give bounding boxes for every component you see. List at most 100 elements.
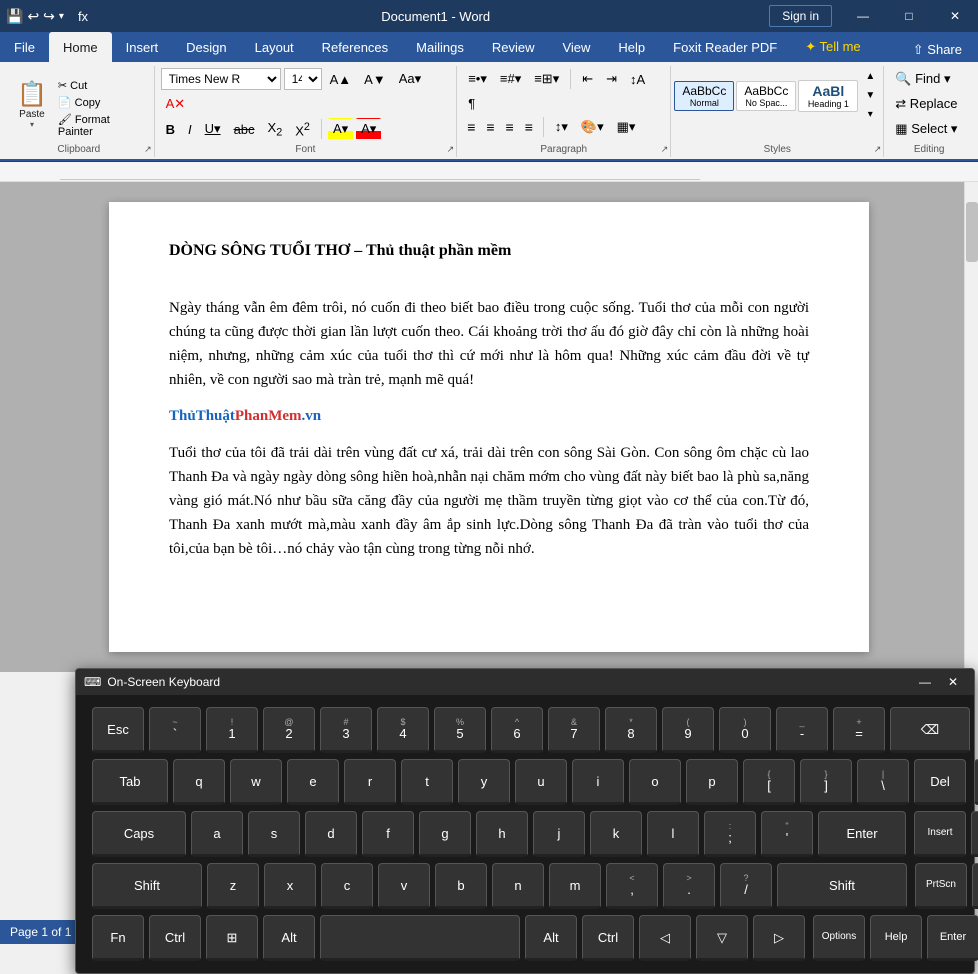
close-button[interactable]: ✕: [932, 0, 978, 32]
key-del[interactable]: Del: [914, 759, 966, 805]
paragraph-expand[interactable]: ↗: [661, 144, 669, 155]
key-lalt[interactable]: Alt: [263, 915, 315, 961]
justify-button[interactable]: ≡: [521, 117, 537, 137]
styles-scroll-up[interactable]: ▲: [860, 68, 880, 85]
style-nospace[interactable]: AaBbCc No Spac...: [736, 81, 796, 111]
key-h[interactable]: h: [476, 811, 528, 857]
key-g[interactable]: g: [419, 811, 471, 857]
key-insert[interactable]: Insert: [914, 811, 966, 857]
sign-in-button[interactable]: Sign in: [769, 5, 832, 27]
key-r[interactable]: r: [344, 759, 396, 805]
key-1[interactable]: !1: [206, 707, 258, 753]
redo-icon[interactable]: ↪: [43, 8, 55, 25]
tab-home[interactable]: Home: [49, 32, 112, 62]
tab-file[interactable]: File: [0, 32, 49, 62]
key-win[interactable]: ⊞: [206, 915, 258, 961]
tab-tellme[interactable]: ✦ Tell me: [791, 32, 874, 62]
share-icon[interactable]: ⇧ Share: [905, 38, 970, 62]
key-z[interactable]: z: [207, 863, 259, 909]
tab-view[interactable]: View: [548, 32, 604, 62]
key-comma[interactable]: <,: [606, 863, 658, 909]
key-ralt[interactable]: Alt: [525, 915, 577, 961]
bullets-button[interactable]: ≡•▾: [463, 68, 492, 90]
key-v[interactable]: v: [378, 863, 430, 909]
style-normal[interactable]: AaBbCc Normal: [674, 81, 734, 111]
osk-minimize-button[interactable]: —: [912, 672, 938, 692]
key-i[interactable]: i: [572, 759, 624, 805]
borders-button[interactable]: ▦▾: [612, 116, 641, 138]
highlight-button[interactable]: A▾: [328, 118, 353, 140]
paragraph-1[interactable]: Ngày tháng vẫn êm đêm trôi, nó cuốn đi t…: [169, 296, 809, 392]
key-l[interactable]: l: [647, 811, 699, 857]
replace-button[interactable]: ⇄ Replace: [890, 93, 970, 115]
key-semicolon[interactable]: :;: [704, 811, 756, 857]
align-left-button[interactable]: ≡: [463, 117, 479, 137]
key-options[interactable]: Options: [813, 915, 865, 961]
cut-button[interactable]: ✂ Cut: [54, 77, 148, 94]
line-spacing-button[interactable]: ↕▾: [550, 116, 573, 138]
key-backslash[interactable]: |\: [857, 759, 909, 805]
key-down[interactable]: ▽: [696, 915, 748, 961]
key-s[interactable]: s: [248, 811, 300, 857]
find-button[interactable]: 🔍 Find ▾: [890, 68, 970, 90]
key-f[interactable]: f: [362, 811, 414, 857]
key-num-enter[interactable]: Enter: [927, 915, 978, 961]
undo-icon[interactable]: ↩: [27, 8, 39, 25]
key-c[interactable]: c: [321, 863, 373, 909]
styles-more[interactable]: ▾: [860, 106, 880, 123]
clipboard-expand[interactable]: ↗: [144, 144, 152, 155]
key-enter[interactable]: Enter: [818, 811, 906, 857]
font-color-button[interactable]: A▾: [356, 118, 381, 140]
key-minus[interactable]: _-: [776, 707, 828, 753]
key-y[interactable]: y: [458, 759, 510, 805]
key-o[interactable]: o: [629, 759, 681, 805]
key-prtscn[interactable]: PrtScn: [915, 863, 967, 909]
tab-help[interactable]: Help: [604, 32, 659, 62]
key-right[interactable]: ▷: [753, 915, 805, 961]
decrease-indent-button[interactable]: ⇤: [577, 68, 598, 90]
tab-design[interactable]: Design: [172, 32, 240, 62]
key-slash[interactable]: ?/: [720, 863, 772, 909]
key-m[interactable]: m: [549, 863, 601, 909]
key-equals[interactable]: +=: [833, 707, 885, 753]
key-j[interactable]: j: [533, 811, 585, 857]
bold-button[interactable]: B: [161, 119, 180, 140]
key-rshift[interactable]: Shift: [777, 863, 907, 909]
sort-button[interactable]: ↕A: [625, 69, 650, 90]
key-backtick[interactable]: ~`: [149, 707, 201, 753]
key-caps[interactable]: Caps: [92, 811, 186, 857]
customize-icon[interactable]: ▾: [59, 11, 64, 22]
tab-layout[interactable]: Layout: [241, 32, 308, 62]
key-8[interactable]: *8: [605, 707, 657, 753]
key-quote[interactable]: "': [761, 811, 813, 857]
key-a[interactable]: a: [191, 811, 243, 857]
key-p[interactable]: p: [686, 759, 738, 805]
key-help[interactable]: Help: [870, 915, 922, 961]
tab-references[interactable]: References: [308, 32, 402, 62]
key-d[interactable]: d: [305, 811, 357, 857]
key-period[interactable]: >.: [663, 863, 715, 909]
font-name-select[interactable]: Times New R: [161, 68, 281, 90]
paragraph-2[interactable]: Tuổi thơ của tôi đã trải dài trên vùng đ…: [169, 441, 809, 561]
key-esc[interactable]: Esc: [92, 707, 144, 753]
change-case-button[interactable]: Aa▾: [394, 68, 426, 90]
key-space[interactable]: [320, 915, 520, 961]
key-3[interactable]: #3: [320, 707, 372, 753]
paste-button[interactable]: 📋 Paste ▾: [10, 77, 54, 133]
key-x[interactable]: x: [264, 863, 316, 909]
tab-foxit[interactable]: Foxit Reader PDF: [659, 32, 791, 62]
styles-scroll-down[interactable]: ▼: [860, 87, 880, 104]
key-t[interactable]: t: [401, 759, 453, 805]
style-heading1[interactable]: AaBl Heading 1: [798, 80, 858, 112]
superscript-button[interactable]: X2: [290, 118, 315, 141]
key-9[interactable]: (9: [662, 707, 714, 753]
key-q[interactable]: q: [173, 759, 225, 805]
maximize-button[interactable]: □: [886, 0, 932, 32]
key-left[interactable]: ◁: [639, 915, 691, 961]
tab-insert[interactable]: Insert: [112, 32, 173, 62]
key-pause[interactable]: Pause: [971, 811, 978, 857]
key-tab[interactable]: Tab: [92, 759, 168, 805]
key-e[interactable]: e: [287, 759, 339, 805]
font-expand[interactable]: ↗: [447, 144, 455, 155]
scroll-thumb[interactable]: [966, 202, 978, 262]
